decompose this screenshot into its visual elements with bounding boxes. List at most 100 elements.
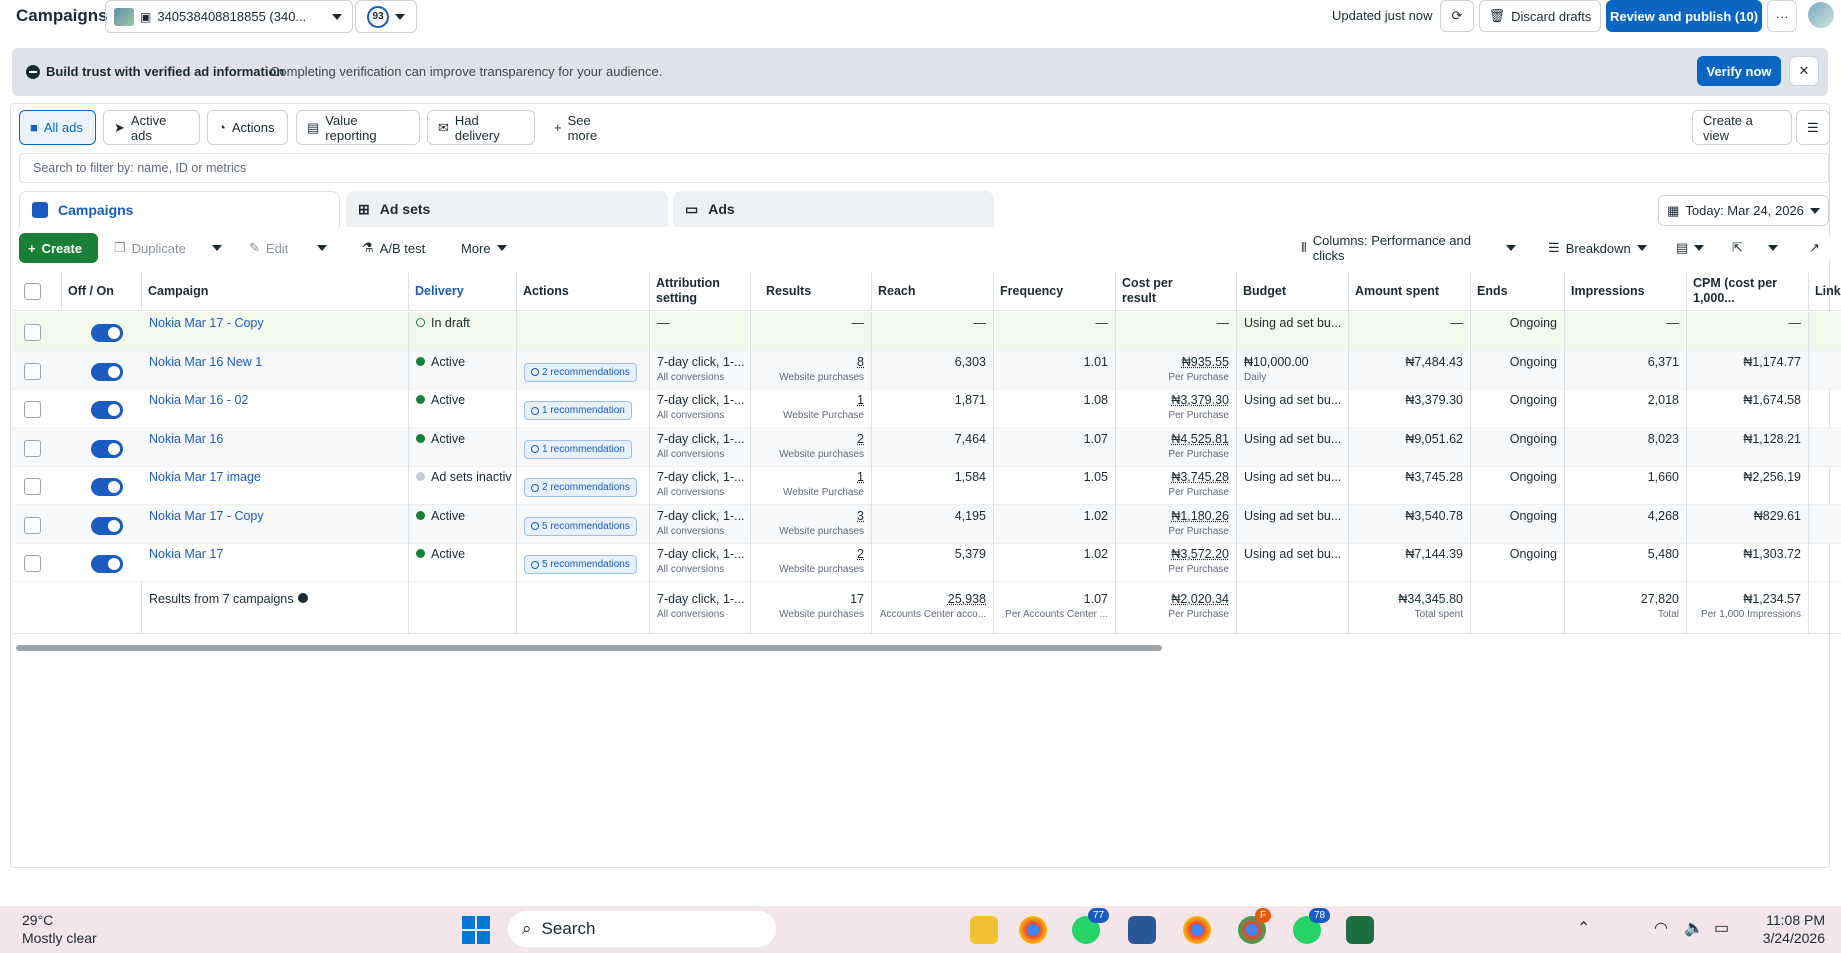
recommendations-badge[interactable]: 1 recommendation (524, 439, 632, 459)
row-checkbox[interactable] (24, 516, 41, 534)
recommendations-badge[interactable]: 2 recommendations (524, 362, 637, 382)
table-row[interactable]: Nokia Mar 17 Active 5 recommendations 7-day… (12, 543, 1841, 582)
chart-button[interactable]: ↗ (1800, 233, 1830, 263)
duplicate-dropdown[interactable] (203, 233, 228, 263)
review-publish-button[interactable]: Review and publish (10) (1606, 0, 1762, 32)
tab-ad-sets[interactable]: ⊞ Ad sets (346, 191, 668, 227)
info-icon[interactable] (297, 592, 308, 603)
campaign-name-link[interactable]: Nokia Mar 16 - 02 (149, 393, 248, 407)
discard-drafts-button[interactable]: 🗑 Discard drafts (1479, 0, 1601, 32)
volume-icon[interactable]: 🔈 (1684, 918, 1704, 938)
filter-value-reporting[interactable]: ▤ Value reporting (296, 110, 420, 145)
chevron-up-icon[interactable]: ⌃ (1577, 918, 1590, 938)
table-row[interactable]: Nokia Mar 17 image Ad sets inactiv 2 recom… (12, 466, 1841, 505)
create-button[interactable]: + Create (19, 233, 98, 263)
filter-active-ads[interactable]: ➤ Active ads (103, 110, 200, 145)
header-off-on[interactable]: Off / On (62, 272, 142, 311)
campaign-name-link[interactable]: Nokia Mar 17 - Copy (149, 316, 264, 330)
reports-button[interactable]: ▤ (1667, 233, 1709, 263)
header-actions[interactable]: Actions (517, 272, 650, 311)
table-row[interactable]: Nokia Mar 16 - 02 Active 1 recommendation 7… (12, 389, 1841, 428)
clock[interactable]: 11:08 PM 3/24/2026 (1755, 911, 1825, 947)
table-row[interactable]: Nokia Mar 16 New 1 Active 2 recommendation… (12, 350, 1841, 390)
campaign-name-link[interactable]: Nokia Mar 17 image (149, 470, 261, 484)
row-checkbox[interactable] (24, 439, 41, 457)
header-attribution[interactable]: Attribution setting (650, 272, 751, 311)
campaign-toggle[interactable] (91, 362, 123, 381)
more-button[interactable]: More (452, 233, 514, 263)
header-budget[interactable]: Budget (1237, 272, 1349, 311)
header-link-clicks[interactable]: Link c (1809, 272, 1841, 311)
row-checkbox[interactable] (24, 478, 41, 495)
cell-name[interactable]: Nokia Mar 16 (142, 427, 409, 467)
edit-button[interactable]: ✎ Edit (240, 233, 306, 263)
breakdown-button[interactable]: ☰ Breakdown (1539, 233, 1653, 263)
table-row[interactable]: Nokia Mar 17 - Copy In draft — — — — — Using ad… (12, 312, 1841, 351)
campaign-toggle[interactable] (91, 324, 123, 342)
account-selector[interactable]: ▣ 340538408818855 (340... (105, 0, 353, 33)
row-checkbox[interactable] (24, 362, 41, 380)
create-view-button[interactable]: Create a view (1692, 110, 1792, 145)
header-cost-per-result[interactable]: Cost per result (1116, 272, 1206, 311)
cell-name[interactable]: Nokia Mar 17 image (142, 466, 409, 505)
windows-start-icon[interactable] (462, 916, 490, 944)
recommendations-badge[interactable]: 1 recommendation (524, 401, 632, 420)
chrome-icon[interactable] (1019, 916, 1047, 944)
tab-campaigns[interactable]: Campaigns (19, 191, 340, 227)
header-amount-spent[interactable]: Amount spent (1349, 272, 1471, 311)
cell-name[interactable]: Nokia Mar 17 (142, 543, 409, 582)
recommendations-badge[interactable]: 5 recommendations (524, 555, 637, 574)
store-icon[interactable] (1128, 916, 1156, 944)
export-button[interactable]: ⇱ (1723, 233, 1753, 263)
filter-had-delivery[interactable]: ✉ Had delivery (427, 110, 535, 145)
campaign-toggle[interactable] (91, 555, 123, 573)
campaign-toggle[interactable] (91, 439, 123, 458)
wifi-icon[interactable]: ◠ (1654, 918, 1668, 938)
taskbar-search[interactable]: ⌕ Search (508, 911, 776, 947)
row-checkbox[interactable] (24, 401, 41, 418)
table-row[interactable]: Nokia Mar 17 - Copy Active 5 recommendatio… (12, 504, 1841, 544)
row-checkbox[interactable] (24, 555, 41, 572)
battery-icon[interactable]: ▭ (1714, 918, 1729, 938)
search-input[interactable]: Search to filter by: name, ID or metrics (19, 153, 1829, 183)
see-more-button[interactable]: + See more (543, 110, 633, 145)
file-explorer-icon[interactable] (970, 916, 998, 944)
tab-ads[interactable]: ▭ Ads (673, 191, 994, 227)
header-results[interactable]: Results (751, 272, 872, 311)
cell-name[interactable]: Nokia Mar 17 - Copy (142, 504, 409, 544)
campaign-name-link[interactable]: Nokia Mar 16 (149, 432, 223, 446)
filter-actions[interactable]: ◔ Actions (207, 110, 288, 145)
header-frequency[interactable]: Frequency (994, 272, 1116, 311)
campaign-name-link[interactable]: Nokia Mar 16 New 1 (149, 355, 262, 369)
chrome-active-icon[interactable] (1183, 916, 1211, 944)
row-checkbox[interactable] (24, 324, 41, 341)
cell-name[interactable]: Nokia Mar 16 New 1 (142, 350, 409, 390)
recommendations-badge[interactable]: 2 recommendations (524, 478, 637, 497)
recommendations-badge[interactable]: 5 recommendations (524, 516, 637, 536)
campaign-name-link[interactable]: Nokia Mar 17 (149, 547, 223, 561)
header-ends[interactable]: Ends (1471, 272, 1565, 311)
close-banner-button[interactable]: ✕ (1789, 56, 1819, 86)
campaign-toggle[interactable] (91, 516, 123, 535)
select-all-checkbox[interactable] (24, 283, 41, 300)
ab-test-button[interactable]: ⚗ A/B test (353, 233, 439, 263)
excel-icon[interactable] (1346, 916, 1374, 944)
refresh-button[interactable]: ⟳ (1440, 0, 1474, 32)
more-options-button[interactable]: ··· (1767, 0, 1797, 32)
campaign-name-link[interactable]: Nokia Mar 17 - Copy (149, 509, 264, 523)
header-impressions[interactable]: Impressions (1565, 272, 1687, 311)
export-dropdown[interactable] (1759, 233, 1787, 263)
header-campaign[interactable]: Campaign (142, 272, 409, 311)
filter-settings-button[interactable]: ☰ (1796, 110, 1830, 145)
cell-name[interactable]: Nokia Mar 16 - 02 (142, 389, 409, 428)
header-cpm[interactable]: CPM (cost per 1,000... (1687, 272, 1809, 311)
duplicate-button[interactable]: ❐ Duplicate (105, 233, 199, 263)
table-row[interactable]: Nokia Mar 16 Active 1 recommendation 7-day … (12, 427, 1841, 467)
filter-all-ads[interactable]: ■ All ads (19, 110, 96, 145)
opportunity-score[interactable]: 93 (355, 0, 417, 33)
campaign-toggle[interactable] (91, 478, 123, 496)
columns-button[interactable]: ⦀ Columns: Performance and clicks (1292, 233, 1525, 263)
header-reach[interactable]: Reach (872, 272, 994, 311)
header-delivery[interactable]: Delivery (409, 272, 517, 311)
weather-widget[interactable]: 29°C Mostly clear (6, 911, 97, 947)
